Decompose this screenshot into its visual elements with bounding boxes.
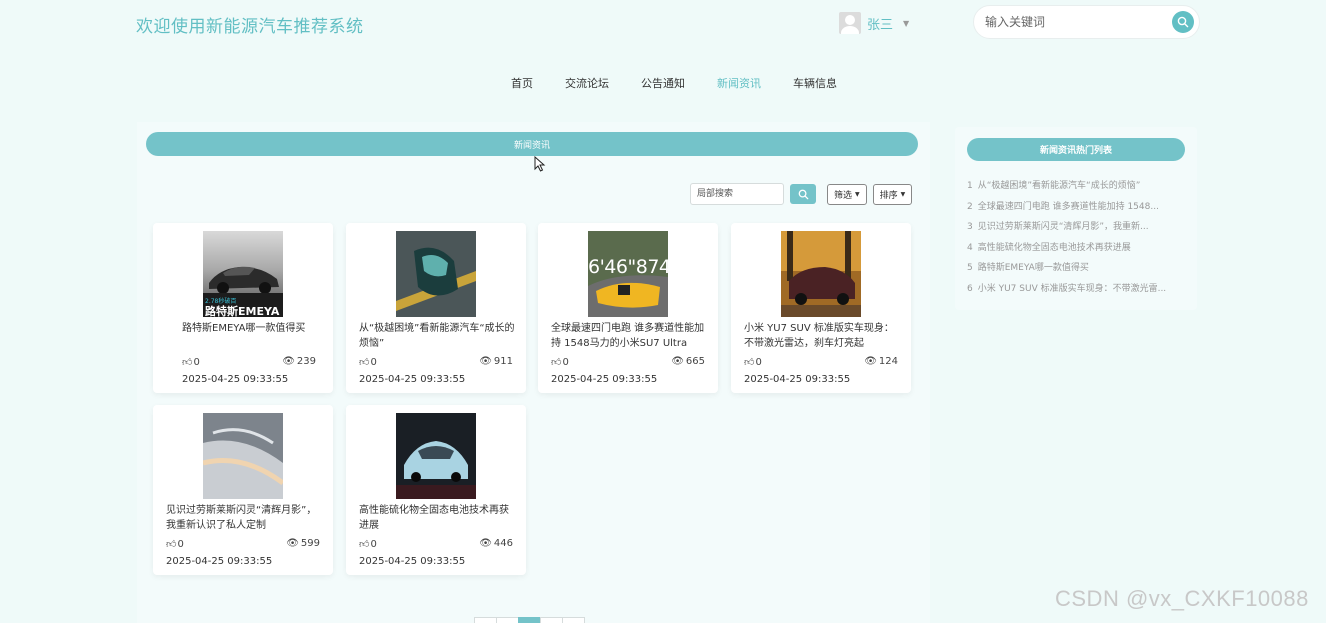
- news-card[interactable]: 从“极越困境”看新能源汽车“成长的烦恼” 👍︎ 0 👁︎ 911 2025-04-2…: [346, 223, 526, 393]
- news-thumbnail[interactable]: [396, 231, 476, 317]
- local-search-input[interactable]: [690, 183, 784, 205]
- news-thumbnail[interactable]: [203, 413, 283, 499]
- thumbs-up-icon: 👍︎: [182, 357, 193, 368]
- main-nav: 首页 交流论坛 公告通知 新闻资讯 车辆信息: [0, 75, 1326, 91]
- hot-news-item[interactable]: 1 从“极越困境”看新能源汽车“成长的烦恼”: [967, 178, 1187, 199]
- search-icon: [798, 189, 808, 199]
- pagination: [474, 617, 585, 623]
- news-card[interactable]: 6'46"874 全球最速四门电跑 谁多赛道性能加持 1548马力的小米SU7 …: [538, 223, 718, 393]
- view-count: 👁︎ 446: [479, 538, 513, 549]
- news-title[interactable]: 路特斯EMEYA哪一款值得买: [166, 321, 324, 336]
- page-item[interactable]: [496, 617, 519, 623]
- thumbs-up-icon: 👍︎: [359, 357, 370, 368]
- publish-date: 2025-04-25 09:33:55: [182, 374, 289, 385]
- publish-date: 2025-04-25 09:33:55: [551, 374, 658, 385]
- thumbs-up-icon: 👍︎: [166, 539, 177, 550]
- hot-news-item[interactable]: 3 见识过劳斯莱斯闪灵“清辉月影”，我重新...: [967, 219, 1187, 240]
- mouse-cursor-icon: [534, 156, 546, 172]
- news-card[interactable]: 见识过劳斯莱斯闪灵“清辉月影”，我重新认识了私人定制 👍︎ 0 👁︎ 599 202…: [153, 405, 333, 575]
- sort-label: 排序: [879, 190, 898, 201]
- user-name: 张三: [867, 17, 894, 33]
- eye-icon: 👁︎: [282, 356, 295, 367]
- like-count[interactable]: 👍︎ 0: [182, 356, 200, 369]
- news-card[interactable]: 小米 YU7 SUV 标准版实车现身：不带激光雷达，刹车灯亮起 👍︎ 0 👁︎ 12…: [731, 223, 911, 393]
- hot-news-item[interactable]: 6 小米 YU7 SUV 标准版实车现身：不带激光雷...: [967, 281, 1187, 302]
- toolbar: 筛选 ▼ 排序 ▼: [690, 183, 913, 205]
- user-menu[interactable]: 张三 ▼: [839, 12, 909, 34]
- filter-label: 筛选: [834, 190, 853, 201]
- page-item[interactable]: [540, 617, 563, 623]
- view-count: 👁︎ 599: [286, 538, 320, 549]
- car-image: [203, 413, 283, 499]
- hot-news-item[interactable]: 4 高性能硫化物全固态电池技术再获进展: [967, 240, 1187, 261]
- nav-notices[interactable]: 公告通知: [641, 75, 685, 91]
- news-thumbnail[interactable]: [781, 231, 861, 317]
- nav-home[interactable]: 首页: [511, 75, 533, 91]
- news-title[interactable]: 高性能硫化物全固态电池技术再获进展: [359, 503, 517, 533]
- view-count: 👁︎ 911: [479, 356, 513, 367]
- eye-icon: 👁︎: [671, 356, 684, 367]
- car-image: [396, 231, 476, 317]
- image-caption: 路特斯EMEYA: [205, 305, 280, 317]
- eye-icon: 👁︎: [286, 538, 299, 549]
- nav-news[interactable]: 新闻资讯: [717, 75, 761, 91]
- local-search-button[interactable]: [790, 184, 816, 204]
- avatar: [839, 12, 861, 34]
- thumbs-up-icon: 👍︎: [359, 539, 370, 550]
- news-panel: 新闻资讯 筛选 ▼ 排序 ▼ 2.78秒破百 路特斯EM: [137, 122, 930, 623]
- news-thumbnail[interactable]: [396, 413, 476, 499]
- eye-icon: 👁︎: [864, 356, 877, 367]
- news-title[interactable]: 小米 YU7 SUV 标准版实车现身：不带激光雷达，刹车灯亮起: [744, 321, 902, 351]
- like-count[interactable]: 👍︎ 0: [359, 356, 377, 369]
- like-count[interactable]: 👍︎ 0: [359, 538, 377, 551]
- hot-news-item[interactable]: 2 全球最速四门电跑 谁多赛道性能加持 1548...: [967, 199, 1187, 220]
- hot-news-sidebar: 新闻资讯热门列表 1 从“极越困境”看新能源汽车“成长的烦恼” 2 全球最速四门电跑…: [955, 127, 1197, 310]
- news-title[interactable]: 全球最速四门电跑 谁多赛道性能加持 1548马力的小米SU7 Ultra: [551, 321, 709, 351]
- like-count[interactable]: 👍︎ 0: [166, 538, 184, 551]
- like-count[interactable]: 👍︎ 0: [744, 356, 762, 369]
- eye-icon: 👁︎: [479, 356, 492, 367]
- sort-dropdown[interactable]: 排序 ▼: [872, 183, 913, 205]
- publish-date: 2025-04-25 09:33:55: [359, 556, 466, 567]
- hot-news-list: 1 从“极越困境”看新能源汽车“成长的烦恼” 2 全球最速四门电跑 谁多赛道性能加持…: [967, 178, 1187, 301]
- view-count: 👁︎ 124: [864, 356, 898, 367]
- watermark: CSDN @vx_CXKF10088: [1055, 586, 1309, 611]
- panel-title: 新闻资讯: [146, 132, 918, 156]
- thumbs-up-icon: 👍︎: [744, 357, 755, 368]
- caret-down-icon: ▼: [855, 190, 860, 198]
- page-prev[interactable]: [474, 617, 497, 623]
- news-title[interactable]: 见识过劳斯莱斯闪灵“清辉月影”，我重新认识了私人定制: [166, 503, 324, 533]
- thumbs-up-icon: 👍︎: [551, 357, 562, 368]
- search-input[interactable]: [985, 15, 1172, 29]
- news-thumbnail[interactable]: 2.78秒破百 路特斯EMEYA: [203, 231, 283, 317]
- news-card[interactable]: 2.78秒破百 路特斯EMEYA 路特斯EMEYA哪一款值得买 👍︎ 0 👁︎ 23…: [153, 223, 333, 393]
- filter-dropdown[interactable]: 筛选 ▼: [827, 183, 867, 205]
- view-count: 👁︎ 665: [671, 356, 705, 367]
- site-title: 欢迎使用新能源汽车推荐系统: [136, 17, 364, 37]
- search-icon: [1177, 16, 1189, 28]
- page-current[interactable]: [518, 617, 541, 623]
- car-image: [781, 231, 861, 317]
- global-search: [973, 5, 1200, 39]
- publish-date: 2025-04-25 09:33:55: [166, 556, 273, 567]
- nav-vehicles[interactable]: 车辆信息: [793, 75, 837, 91]
- image-caption: 6'46"874: [588, 256, 668, 278]
- caret-down-icon: ▼: [900, 190, 906, 198]
- nav-forum[interactable]: 交流论坛: [565, 75, 609, 91]
- view-count: 👁︎ 239: [282, 356, 316, 367]
- car-image: [396, 413, 476, 499]
- search-button[interactable]: [1172, 11, 1194, 33]
- publish-date: 2025-04-25 09:33:55: [744, 374, 851, 385]
- publish-date: 2025-04-25 09:33:55: [359, 374, 466, 385]
- eye-icon: 👁︎: [479, 538, 492, 549]
- news-thumbnail[interactable]: 6'46"874: [588, 231, 668, 317]
- news-card[interactable]: 高性能硫化物全固态电池技术再获进展 👍︎ 0 👁︎ 446 2025-04-25 0…: [346, 405, 526, 575]
- news-title[interactable]: 从“极越困境”看新能源汽车“成长的烦恼”: [359, 321, 517, 351]
- hot-news-item[interactable]: 5 路特斯EMEYA哪一款值得买: [967, 260, 1187, 281]
- page-next[interactable]: [562, 617, 585, 623]
- like-count[interactable]: 👍︎ 0: [551, 356, 569, 369]
- sidebar-title: 新闻资讯热门列表: [967, 138, 1185, 161]
- caret-down-icon: ▼: [903, 18, 910, 28]
